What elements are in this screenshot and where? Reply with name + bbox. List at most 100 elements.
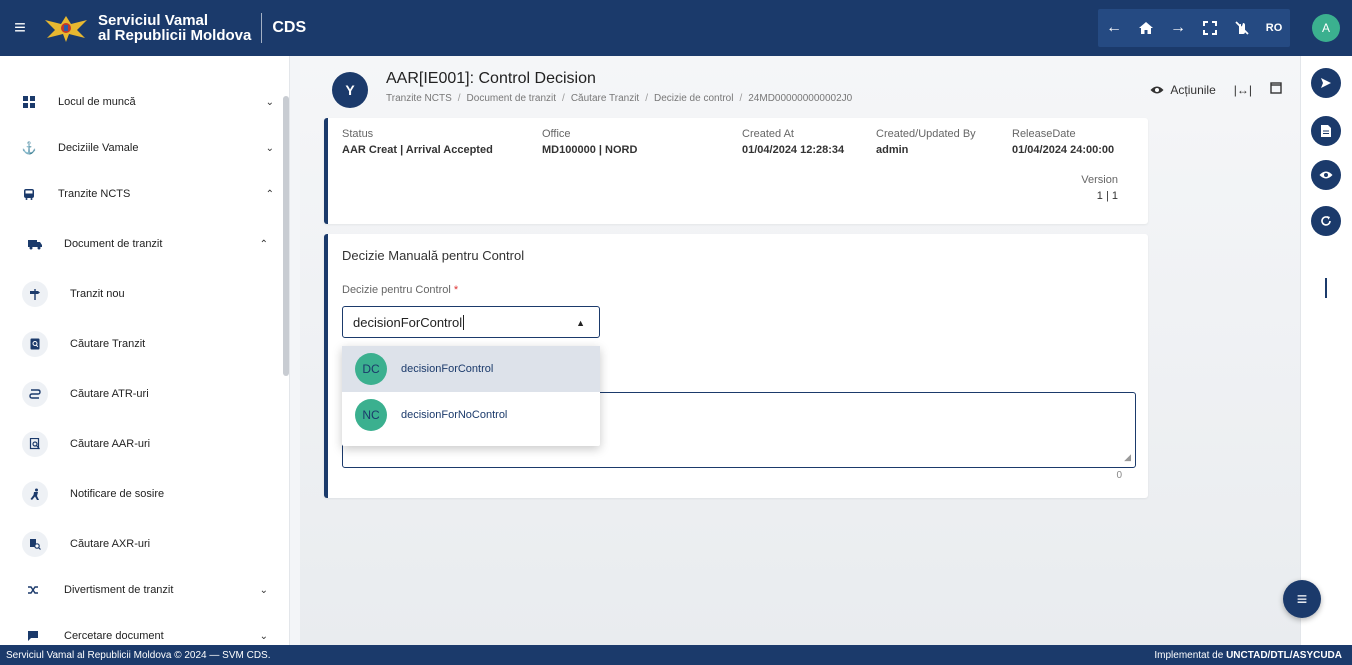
footer-credit-bold: UNCTAD/DTL/ASYCUDA: [1226, 649, 1342, 661]
fullscreen-icon[interactable]: [1194, 9, 1226, 47]
maximize-icon[interactable]: [1270, 82, 1282, 97]
sidebar-item-divertisment-de-tranzit[interactable]: Divertisment de tranzit ⌄: [0, 568, 289, 612]
sidebar-item-label: Căutare AXR-uri: [70, 538, 151, 550]
breadcrumb-separator: /: [645, 93, 648, 104]
app-name: CDS: [272, 19, 307, 36]
page-header: Y AAR[IE001]: Control Decision Tranzite …: [332, 70, 1292, 114]
sidebar-item-notificare-de-sosire[interactable]: Notificare de sosire: [0, 472, 289, 516]
control-decision-icon: Y: [332, 72, 368, 108]
top-nav-group: ← → RO: [1098, 9, 1290, 47]
grid-icon: [20, 93, 38, 111]
back-arrow-icon[interactable]: ←: [1098, 9, 1130, 47]
chevron-down-icon[interactable]: ⌄: [260, 585, 268, 596]
option-avatar: DC: [355, 353, 387, 385]
sidebar-item-label: Tranzit nou: [70, 288, 125, 300]
section-title: Decizie Manuală pentru Control: [342, 248, 525, 263]
select-value: decisionForControl: [353, 314, 463, 330]
option-avatar: NC: [355, 399, 387, 431]
info-label: ReleaseDate: [1012, 128, 1076, 140]
text-cursor: [463, 314, 465, 330]
home-icon[interactable]: [1130, 9, 1162, 47]
page-title: AAR[IE001]: Control Decision: [386, 70, 596, 87]
option-decision-for-no-control[interactable]: NC decisionForNoControl: [342, 392, 600, 438]
search-document-icon: [22, 331, 48, 357]
sidebar-item-deciziile-vamale[interactable]: ⚓ Deciziile Vamale ⌄: [0, 126, 289, 170]
info-label: Created/Updated By: [876, 128, 976, 140]
info-office: Office MD100000 | NORD: [542, 128, 637, 156]
sidebar-item-label: Notificare de sosire: [70, 488, 165, 500]
resize-handle-icon[interactable]: ◢: [1124, 452, 1131, 463]
option-label: decisionForControl: [401, 363, 494, 375]
breadcrumb-item[interactable]: Decizie de control: [654, 93, 733, 104]
brand-line-2: al Republicii Moldova: [98, 27, 252, 44]
decision-select[interactable]: decisionForControl ▲: [342, 306, 600, 338]
chevron-up-icon[interactable]: ⌃: [266, 189, 274, 200]
route-icon: [22, 381, 48, 407]
sidebar-scrollbar[interactable]: [283, 96, 289, 376]
eye-icon: [1150, 86, 1164, 93]
language-selector[interactable]: RO: [1258, 22, 1290, 34]
sidebar-item-cercetare-document[interactable]: Cercetare document ⌄: [0, 614, 289, 645]
info-value: MD100000 | NORD: [542, 144, 638, 156]
info-status: Status AAR Creat | Arrival Accepted: [342, 128, 493, 156]
signpost-icon: [22, 281, 48, 307]
breadcrumb-separator: /: [562, 93, 565, 104]
info-label: Office: [542, 128, 571, 140]
no-touch-icon[interactable]: [1226, 9, 1258, 47]
actions-button[interactable]: Acțiunile: [1150, 83, 1216, 97]
footer: Serviciul Vamal al Republicii Moldova © …: [0, 645, 1352, 665]
menu-icon[interactable]: ≡: [0, 0, 40, 56]
sidebar-item-tranzit-nou[interactable]: Tranzit nou: [0, 272, 289, 316]
refresh-icon[interactable]: [1311, 206, 1341, 236]
arrival-icon: [22, 481, 48, 507]
brand-divider: [261, 13, 263, 43]
breadcrumb-item[interactable]: Tranzite NCTS: [386, 93, 452, 104]
info-value: 01/04/2024 24:00:00: [1012, 144, 1115, 156]
info-value: 01/04/2024 12:28:34: [742, 144, 845, 156]
sidebar-item-label: Divertisment de tranzit: [64, 584, 174, 596]
send-icon[interactable]: [1311, 68, 1341, 98]
chevron-down-icon[interactable]: ⌄: [260, 631, 268, 642]
sidebar-item-document-de-tranzit[interactable]: Document de tranzit ⌃: [0, 222, 289, 266]
document-icon[interactable]: [1311, 116, 1341, 146]
emblem-logo: [40, 10, 92, 46]
field-label: Decizie pentru Control *: [342, 284, 458, 296]
option-decision-for-control[interactable]: DC decisionForControl: [342, 346, 600, 392]
breadcrumb-separator: /: [457, 93, 461, 104]
footer-credit: Implementat de UNCTAD/DTL/ASYCUDA: [1154, 650, 1342, 661]
sidebar-item-label: Deciziile Vamale: [58, 142, 139, 154]
search-list-icon: [22, 431, 48, 457]
forward-arrow-icon[interactable]: →: [1162, 9, 1194, 47]
shuffle-icon: [24, 581, 42, 599]
brand-line-1: Serviciul Vamal: [98, 12, 209, 29]
sidebar-item-cautare-atr-uri[interactable]: Căutare ATR-uri: [0, 372, 289, 416]
option-label: decisionForNoControl: [401, 409, 508, 421]
message-icon: [24, 627, 42, 645]
expand-width-icon[interactable]: |↔|: [1234, 83, 1252, 97]
required-marker: *: [453, 284, 459, 296]
sidebar-item-label: Cercetare document: [64, 630, 164, 642]
sidebar-item-cautare-aar-uri[interactable]: Căutare AAR-uri: [0, 422, 289, 466]
sidebar-item-label: Căutare Tranzit: [70, 338, 146, 350]
chevron-down-icon[interactable]: ⌄: [266, 97, 274, 108]
user-avatar[interactable]: A: [1312, 14, 1340, 42]
rail-indicator: [1325, 278, 1327, 298]
sidebar-item-label: Căutare AAR-uri: [70, 438, 151, 450]
chevron-down-icon[interactable]: ⌄: [266, 143, 274, 154]
sidebar-item-locul-de-munca[interactable]: Locul de muncă ⌄: [0, 80, 289, 124]
chevron-up-icon[interactable]: ⌃: [260, 239, 268, 250]
truck-icon: [26, 235, 44, 253]
sidebar-item-cautare-axr-uri[interactable]: Căutare AXR-uri: [0, 522, 289, 566]
fab-menu-icon[interactable]: ≡: [1283, 580, 1321, 618]
caret-up-icon[interactable]: ▲: [576, 318, 585, 328]
breadcrumb-item[interactable]: Document de tranzit: [467, 93, 557, 104]
right-rail: [1300, 56, 1352, 645]
sidebar-item-cautare-tranzit[interactable]: Căutare Tranzit: [0, 322, 289, 366]
sidebar-item-tranzite-ncts[interactable]: Tranzite NCTS ⌃: [0, 172, 289, 216]
decision-dropdown: DC decisionForControl NC decisionForNoCo…: [342, 346, 600, 446]
breadcrumb-item[interactable]: Căutare Tranzit: [571, 93, 639, 104]
breadcrumb-item: 24MD000000000002J0: [748, 93, 853, 104]
sidebar-item-label: Tranzite NCTS: [58, 188, 131, 200]
footer-copyright: Serviciul Vamal al Republicii Moldova © …: [6, 649, 271, 661]
eye-icon[interactable]: [1311, 160, 1341, 190]
